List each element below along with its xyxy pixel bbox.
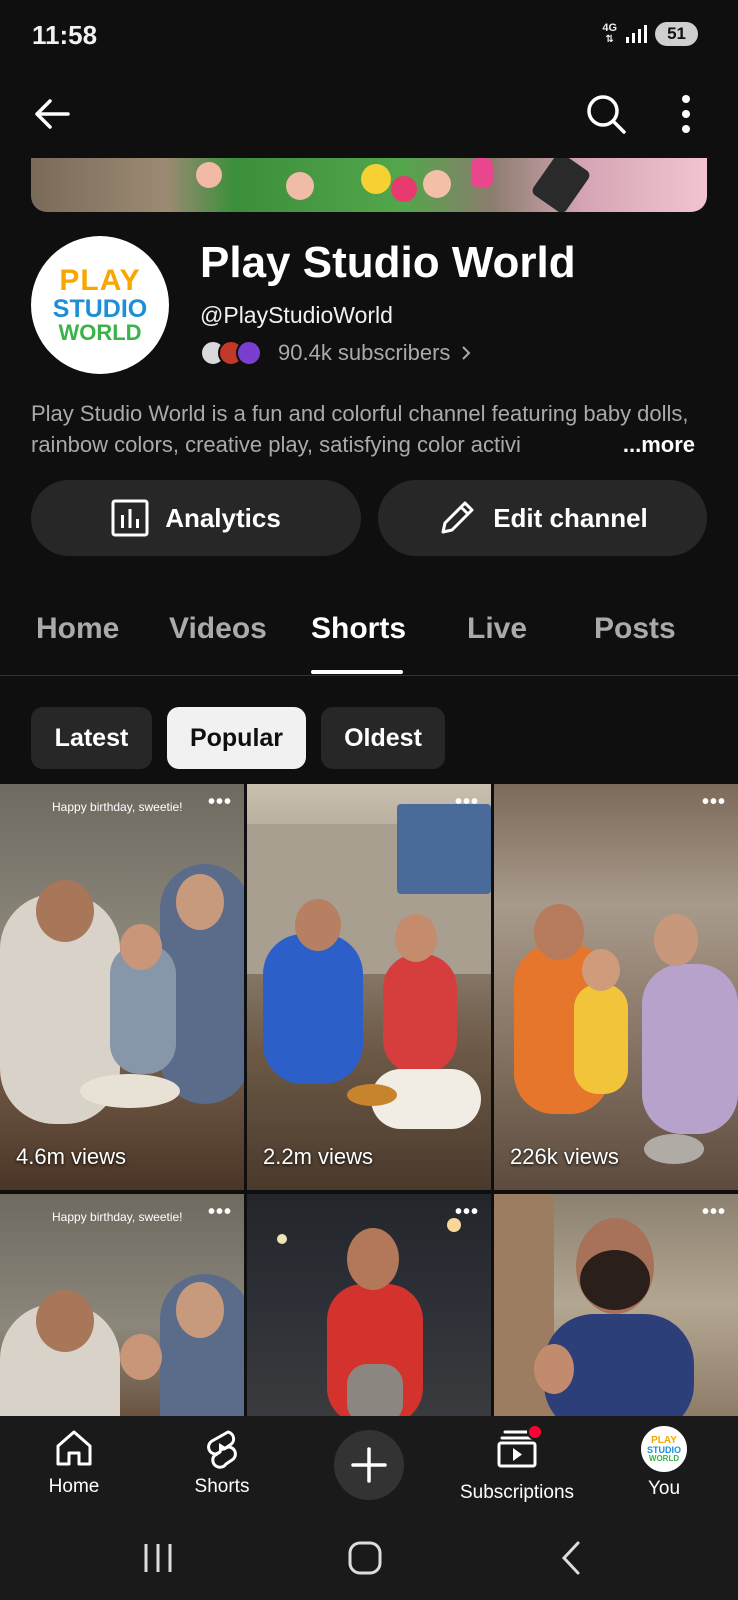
logo-text-play: PLAY: [59, 264, 141, 297]
chip-oldest[interactable]: Oldest: [321, 707, 445, 769]
status-icons: 4G ⇅ 51: [602, 22, 698, 46]
active-tab-indicator: [311, 670, 403, 674]
nav-shorts-label: Shorts: [194, 1476, 250, 1497]
description-text: Play Studio World is a fun and colorful …: [31, 401, 689, 457]
nav-subscriptions-label: Subscriptions: [459, 1482, 575, 1503]
channel-description[interactable]: Play Studio World is a fun and colorful …: [31, 398, 711, 460]
create-button[interactable]: [334, 1430, 404, 1500]
search-icon[interactable]: [584, 92, 628, 136]
you-avatar: PLAY STUDIO WORLD: [641, 1426, 687, 1472]
analytics-button[interactable]: Analytics: [31, 480, 361, 556]
chevron-right-icon: [462, 346, 471, 360]
shorts-icon: [207, 1430, 237, 1469]
logo-text-world: WORLD: [58, 320, 142, 345]
nav-home-label: Home: [48, 1476, 100, 1497]
bottom-navigation: Home Shorts Subscriptions PLAY STUDIO WO…: [0, 1416, 738, 1518]
tab-videos[interactable]: Videos: [169, 612, 267, 646]
tab-posts[interactable]: Posts: [594, 612, 676, 646]
short-thumbnail[interactable]: Happy birthday, sweetie! •••: [0, 1194, 244, 1416]
system-navigation-bar: [0, 1518, 738, 1600]
short-thumbnail[interactable]: ••• 2.2m views: [247, 784, 491, 1190]
short-menu-icon[interactable]: •••: [208, 792, 232, 812]
short-caption: Happy birthday, sweetie!: [52, 800, 183, 814]
edit-channel-label: Edit channel: [493, 502, 648, 533]
chip-latest[interactable]: Latest: [31, 707, 152, 769]
system-back-icon[interactable]: [552, 1538, 592, 1578]
nav-shorts[interactable]: Shorts: [152, 1426, 292, 1498]
signal-icon: [626, 25, 648, 43]
chip-popular[interactable]: Popular: [167, 707, 306, 769]
status-time: 11:58: [32, 20, 98, 50]
subscriber-avatars: [200, 340, 262, 366]
channel-banner: [31, 158, 707, 212]
tab-home[interactable]: Home: [36, 612, 119, 646]
channel-tabs: Home Videos Shorts Live Posts: [0, 590, 738, 676]
tab-live[interactable]: Live: [467, 612, 527, 646]
short-views: 226k views: [510, 1144, 619, 1169]
nav-home[interactable]: Home: [4, 1426, 144, 1498]
short-menu-icon[interactable]: •••: [702, 792, 726, 812]
you-logo-play: PLAY: [651, 1434, 677, 1446]
battery-badge: 51: [655, 22, 698, 46]
short-thumbnail[interactable]: ••• 226k views: [494, 784, 738, 1190]
short-menu-icon[interactable]: •••: [702, 1202, 726, 1222]
nav-you[interactable]: PLAY STUDIO WORLD You: [594, 1426, 734, 1500]
channel-avatar[interactable]: PLAY STUDIO WORLD: [31, 236, 169, 374]
you-logo-world: WORLD: [648, 1453, 680, 1463]
network-indicator: 4G ⇅: [602, 22, 618, 46]
top-app-bar: [0, 80, 738, 146]
subscriptions-icon-wrap: [495, 1424, 543, 1476]
back-arrow-icon[interactable]: [30, 92, 74, 136]
short-thumbnail[interactable]: •••: [247, 1194, 491, 1416]
channel-title: Play Studio World: [200, 238, 576, 287]
short-views: 2.2m views: [263, 1144, 374, 1169]
edit-channel-button[interactable]: Edit channel: [378, 480, 707, 556]
logo-text-studio: STUDIO: [52, 295, 148, 323]
short-menu-icon[interactable]: •••: [208, 1202, 232, 1222]
notification-dot: [527, 1424, 543, 1440]
channel-handle: @PlayStudioWorld: [200, 302, 393, 328]
analytics-label: Analytics: [165, 502, 281, 533]
recent-apps-icon[interactable]: [138, 1538, 178, 1578]
short-thumbnail[interactable]: Happy birthday, sweetie! ••• 4.6m views: [0, 784, 244, 1190]
short-thumbnail[interactable]: •••: [494, 1194, 738, 1416]
more-vert-icon[interactable]: [674, 92, 698, 136]
subscriber-avatar: [236, 340, 262, 366]
home-icon: [56, 1430, 92, 1466]
tab-shorts[interactable]: Shorts: [311, 612, 406, 646]
network-type: 4G: [602, 22, 618, 34]
short-menu-icon[interactable]: •••: [455, 792, 479, 812]
subscriber-row[interactable]: 90.4k subscribers: [200, 340, 472, 366]
short-views: 4.6m views: [16, 1144, 127, 1169]
analytics-icon: [111, 499, 149, 537]
status-bar: 11:58 4G ⇅ 51: [0, 0, 738, 72]
more-link[interactable]: ...more: [592, 429, 695, 460]
nav-you-label: You: [647, 1478, 681, 1499]
nav-subscriptions[interactable]: Subscriptions: [446, 1424, 588, 1504]
short-caption: Happy birthday, sweetie!: [52, 1210, 183, 1224]
shorts-grid: Happy birthday, sweetie! ••• 4.6m views …: [0, 784, 738, 1416]
plus-icon: [351, 1447, 387, 1483]
home-button-icon[interactable]: [345, 1538, 385, 1578]
short-menu-icon[interactable]: •••: [455, 1202, 479, 1222]
subscriber-count: 90.4k subscribers: [278, 340, 451, 365]
pencil-icon: [441, 501, 474, 534]
